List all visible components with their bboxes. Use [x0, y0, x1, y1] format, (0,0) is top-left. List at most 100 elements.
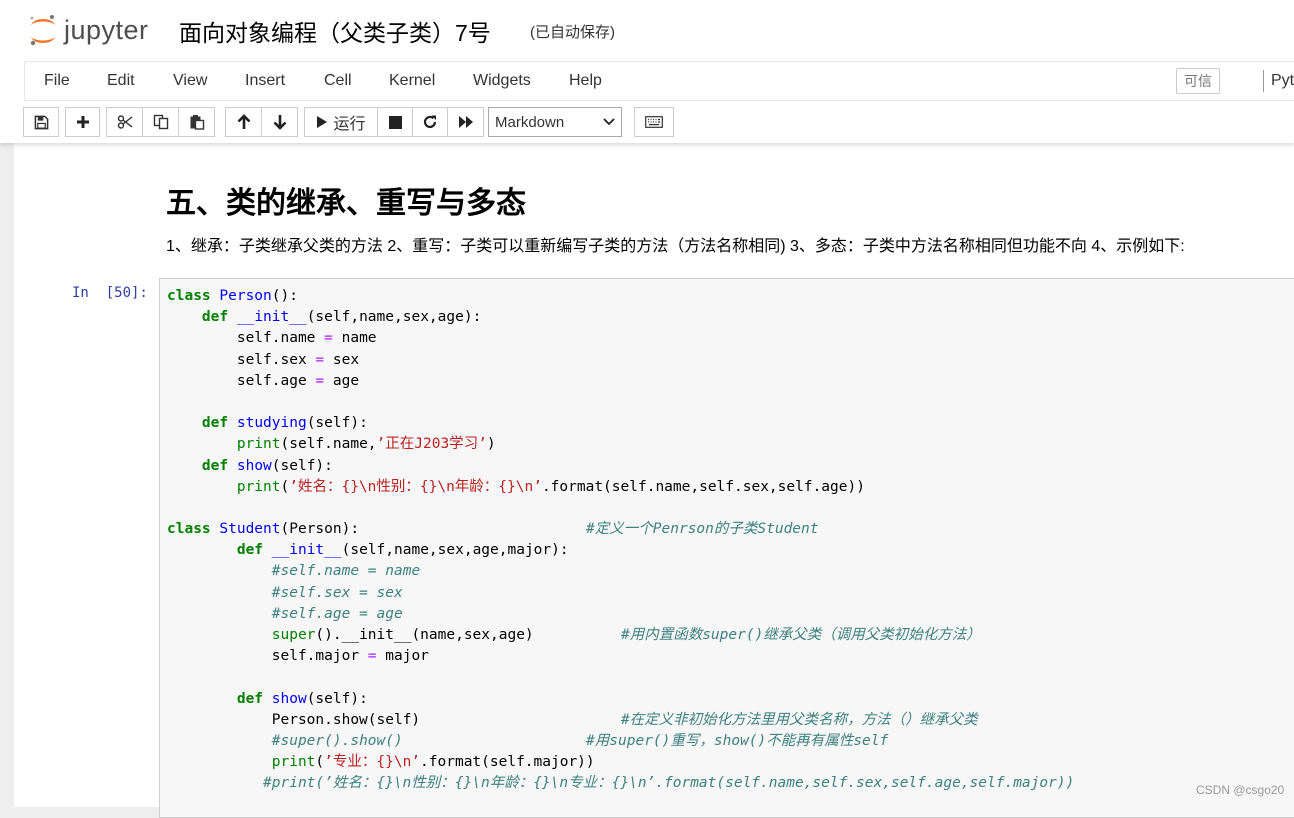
code-token: def — [201, 415, 229, 432]
code-cell-editor[interactable]: class Person(): def __init__(self,name,s… — [159, 278, 1294, 818]
autosave-status: (已自动保存) — [530, 24, 615, 41]
code-token: (self.name, — [280, 436, 377, 453]
code-line: self.sex = sex — [167, 350, 1074, 371]
code-token: (self): — [271, 457, 333, 474]
plus-icon — [76, 116, 89, 128]
code-token: self.sex — [167, 351, 316, 368]
code-token: (self,name,sex,age,major): — [341, 542, 569, 559]
move-down-button[interactable] — [261, 107, 298, 137]
code-token: sex — [324, 351, 360, 368]
jupyter-logo[interactable]: jupyter — [28, 12, 149, 48]
code-line: def studying(self): — [167, 413, 1074, 434]
code-line: print(self.name,’正在J203学习’) — [167, 434, 1074, 455]
code-line: Person.show(self) #在定义非初始化方法里用父类名称，方法（）继… — [167, 710, 1074, 731]
fast-forward-icon — [458, 116, 473, 128]
menu-edit[interactable]: Edit — [107, 72, 135, 90]
menu-kernel[interactable]: Kernel — [389, 72, 435, 90]
code-token: (Person): — [280, 521, 587, 538]
jupyter-logo-icon — [30, 15, 55, 46]
menu-file[interactable]: File — [44, 72, 70, 90]
trusted-indicator[interactable]: 可信 — [1176, 68, 1220, 94]
move-up-button[interactable] — [225, 107, 262, 137]
code-token: = — [315, 351, 325, 368]
restart-button[interactable] — [412, 107, 448, 137]
menu-insert[interactable]: Insert — [245, 72, 285, 90]
code-token: = — [315, 372, 325, 389]
code-line: super().__init__(name,sex,age) #用内置函数sup… — [167, 625, 1074, 646]
code-token: #用super()重写，show()不能再有属性self — [586, 732, 889, 749]
restart-run-all-button[interactable] — [447, 107, 484, 137]
code-token: #定义一个Penrson的子类Student — [586, 521, 819, 538]
menu-help[interactable]: Help — [569, 72, 602, 90]
code-token: super — [271, 627, 316, 643]
kernel-name[interactable]: Pyt — [1271, 72, 1294, 90]
stop-icon — [388, 115, 402, 129]
code-line: self.age = age — [167, 371, 1074, 392]
notebook-title[interactable]: 面向对象编程（父类子类）7号 — [179, 14, 491, 48]
kernel-separator — [1263, 70, 1264, 92]
run-button-label: 运行 — [333, 116, 366, 133]
code-token: age — [324, 372, 360, 389]
code-line: class Student(Person): #定义一个Penrson的子类St… — [167, 519, 1074, 540]
code-token: class — [167, 288, 211, 304]
copy-icon — [153, 114, 168, 130]
insert-cell-button[interactable] — [65, 107, 100, 137]
code-token: #super().show() — [271, 732, 403, 749]
code-token: self.name — [167, 330, 325, 347]
code-token: (): — [271, 288, 298, 304]
code-line: #self.sex = sex — [167, 583, 1074, 604]
code-token: self.major — [167, 648, 368, 665]
markdown-paragraph: 1、继承：子类继承父类的方法 2、重写：子类可以重新编写子类的方法（方法名称相同… — [166, 238, 1185, 255]
code-token: ) — [486, 436, 496, 453]
cut-button[interactable] — [106, 107, 143, 137]
code-token: major — [376, 648, 429, 665]
code-line: print(’姓名：{}\n性别：{}\n年龄：{}\n’.format(sel… — [167, 477, 1074, 498]
code-token: #用内置函数super()继承父类（调用父类初始化方法） — [620, 627, 981, 643]
code-token: = — [367, 648, 377, 665]
save-button[interactable] — [23, 107, 59, 137]
code-token: def — [201, 457, 229, 474]
code-token: #self.sex = sex — [271, 584, 403, 601]
code-token: name — [332, 330, 377, 347]
code-token: #在定义非初始化方法里用父类名称，方法（）继承父类 — [620, 711, 978, 728]
code-token: ’姓名：{}\n性别：{}\n年龄：{}\n’ — [289, 478, 542, 495]
notebook-header: jupyter 面向对象编程（父类子类）7号 (已自动保存) File Edit… — [0, 0, 1294, 143]
menu-cell[interactable]: Cell — [324, 72, 352, 90]
code-line: def __init__(self,name,sex,age,major): — [167, 540, 1074, 561]
code-line: #self.age = age — [167, 604, 1074, 625]
save-icon — [34, 115, 48, 129]
play-icon — [317, 116, 328, 128]
run-button[interactable]: 运行 — [304, 107, 378, 137]
code-token: (self): — [306, 690, 368, 707]
code-line: print(’专业：{}\n’.format(self.major)) — [167, 752, 1074, 773]
copy-button[interactable] — [142, 107, 179, 137]
paste-button[interactable] — [178, 107, 215, 137]
code-token: Student — [219, 521, 281, 538]
code-token: show — [236, 457, 272, 474]
menu-widgets[interactable]: Widgets — [473, 72, 531, 90]
notebook-container: 五、类的继承、重写与多态 1、继承：子类继承父类的方法 2、重写：子类可以重新编… — [14, 143, 1294, 818]
cell-type-select[interactable]: Markdown — [488, 107, 622, 137]
code-token: print — [271, 754, 316, 771]
menu-view[interactable]: View — [173, 72, 207, 90]
interrupt-button[interactable] — [377, 107, 413, 137]
code-token: ’正在J203学习’ — [376, 436, 487, 453]
code-line: class Person(): — [167, 286, 1074, 307]
code-token: __init__ — [236, 309, 307, 326]
command-palette-button[interactable] — [634, 107, 674, 137]
